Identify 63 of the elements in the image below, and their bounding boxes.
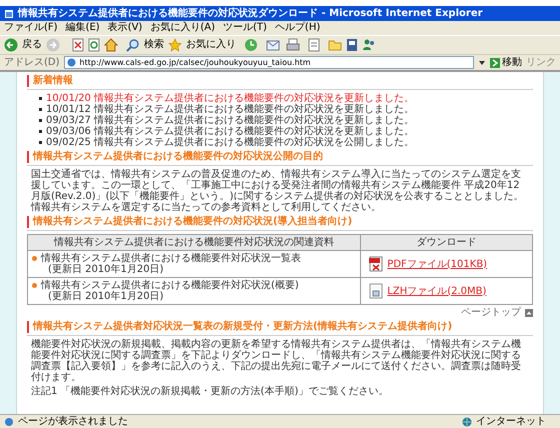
zone-text: インターネット — [476, 416, 547, 426]
bullet-icon — [32, 283, 37, 288]
menu-item[interactable]: 表示(V) — [108, 23, 142, 33]
menu-item[interactable]: お気に入り(A) — [150, 23, 215, 33]
column-header: ダウンロード — [360, 234, 532, 250]
bullet-icon — [39, 130, 42, 133]
document-title: 情報共有システム提供者における機能要件対応状況(概要) — [41, 280, 299, 291]
download-link[interactable]: PDFファイル(101KB) — [387, 258, 488, 270]
paragraph: 国土交通省では、情報共有システムの普及促進のため、情報共有システム導入に当たってのシステム選定を支援しています。この一環として、「工事施工中における受発注者間の情報共有システム機能要件 平成20年12月版(Rev.2.0)」(以下「機能要件」という。)に関するシステム提供者の対応状況を公表することとしました。情報共有システムを選定するに当たっての参考資料として利用してください。 — [30, 169, 524, 213]
book-icon[interactable] — [346, 38, 358, 52]
news-item: 09/03/27 情報共有システム提供者における機能要件の対応状況を更新しました。 — [46, 115, 414, 126]
paragraph: 機能要件対応状況の新規掲載、掲載内容の更新を希望する情報共有システム提供者は、「情報共有システム機能要件対応状況に関する調査票」を下記よりダウンロードし、「情報共有システム機能要件対応状況に関する調査票【記入要領】」を参考に記入のうえ、下記の提出先宛に電子メールにて送付ください。調査票は随時受付けます。 — [30, 339, 522, 383]
document-title: 情報共有システム提供者における機能要件対応状況一覧表 — [41, 253, 301, 264]
address-label: アドレス(D) — [4, 58, 60, 68]
news-item: 10/01/12 情報共有システム提供者における機能要件の対応状況を更新しました。 — [46, 104, 414, 115]
refresh-icon[interactable] — [88, 38, 100, 52]
star-icon[interactable] — [168, 38, 182, 52]
archive-file-icon — [369, 283, 384, 299]
update-date: (更新日 2010年1月20日) — [47, 264, 165, 275]
home-icon[interactable] — [104, 38, 118, 52]
browser-icon — [4, 8, 14, 18]
dropdown-arrow-icon[interactable] — [478, 58, 486, 66]
menu-item[interactable]: ファイル(F) — [4, 23, 58, 33]
go-arrow-icon[interactable] — [490, 58, 500, 68]
printer-icon[interactable] — [286, 38, 300, 52]
bullet-icon — [39, 141, 42, 144]
news-item: 10/01/20 情報共有システム提供者における機能要件の対応状況を更新しました。 — [46, 93, 414, 104]
back-button-label[interactable]: 戻る — [22, 40, 42, 50]
favorites-button-label[interactable]: お気に入り — [186, 40, 236, 50]
up-arrow-icon[interactable] — [525, 309, 533, 317]
search-button-label[interactable]: 検索 — [144, 40, 164, 50]
go-button[interactable]: 移動 — [490, 58, 522, 68]
update-date: (更新日 2010年1月20日) — [47, 291, 165, 302]
menu-item[interactable]: ヘルプ(H) — [274, 23, 320, 33]
section-heading: 新着情報 — [27, 75, 533, 87]
bullet-icon — [39, 97, 42, 100]
status-text: ページが表示されました — [18, 416, 129, 426]
section-heading: 情報共有システム提供者における機能要件の対応状況公開の目的 — [27, 151, 533, 163]
section-heading: 情報共有システム提供者における機能要件の対応状況(導入担当者向け) — [27, 216, 533, 228]
page-icon — [66, 58, 76, 67]
people-icon[interactable] — [362, 38, 376, 52]
window-title: 情報共有システム提供者における機能要件の対応状況ダウンロード - Microsoft Internet Explorer — [18, 8, 483, 18]
globe-icon — [462, 416, 472, 426]
mail-icon[interactable] — [266, 38, 282, 52]
search-icon[interactable] — [126, 38, 140, 52]
news-item: 09/02/25 情報共有システム提供者における機能要件の対応状況を公開しました。 — [46, 137, 414, 148]
pdf-file-icon — [369, 256, 384, 272]
address-field[interactable]: http://www.cals-ed.go.jp/calsec/jouhoukyouyuu_taiou.htm — [64, 56, 474, 69]
history-icon[interactable] — [244, 38, 258, 52]
news-item: 09/03/06 情報共有システム提供者における機能要件の対応状況を更新しました。 — [46, 126, 414, 137]
page-top-link[interactable]: ページトップ — [461, 308, 521, 318]
bullet-icon — [32, 256, 37, 261]
note-text: 注記1 「機能要件対応状況の新規掲載・更新の方法(本手順)」でご覧ください。 — [30, 386, 390, 397]
bullet-icon — [39, 108, 42, 111]
page-icon[interactable] — [72, 38, 84, 52]
menu-item[interactable]: 編集(E) — [66, 23, 100, 33]
section-heading: 情報共有システム提供者対応状況一覧表の新規受付・更新方法(情報共有システム提供者向け) — [27, 321, 533, 333]
bullet-icon — [39, 119, 42, 122]
page-icon — [4, 416, 14, 426]
download-link[interactable]: LZHファイル(2.0MB) — [387, 286, 486, 296]
document-icon[interactable] — [308, 38, 320, 52]
menu-item[interactable]: ツール(T) — [223, 23, 267, 33]
column-header: 情報共有システム提供者における機能要件対応状況の関連資料 — [28, 234, 361, 250]
